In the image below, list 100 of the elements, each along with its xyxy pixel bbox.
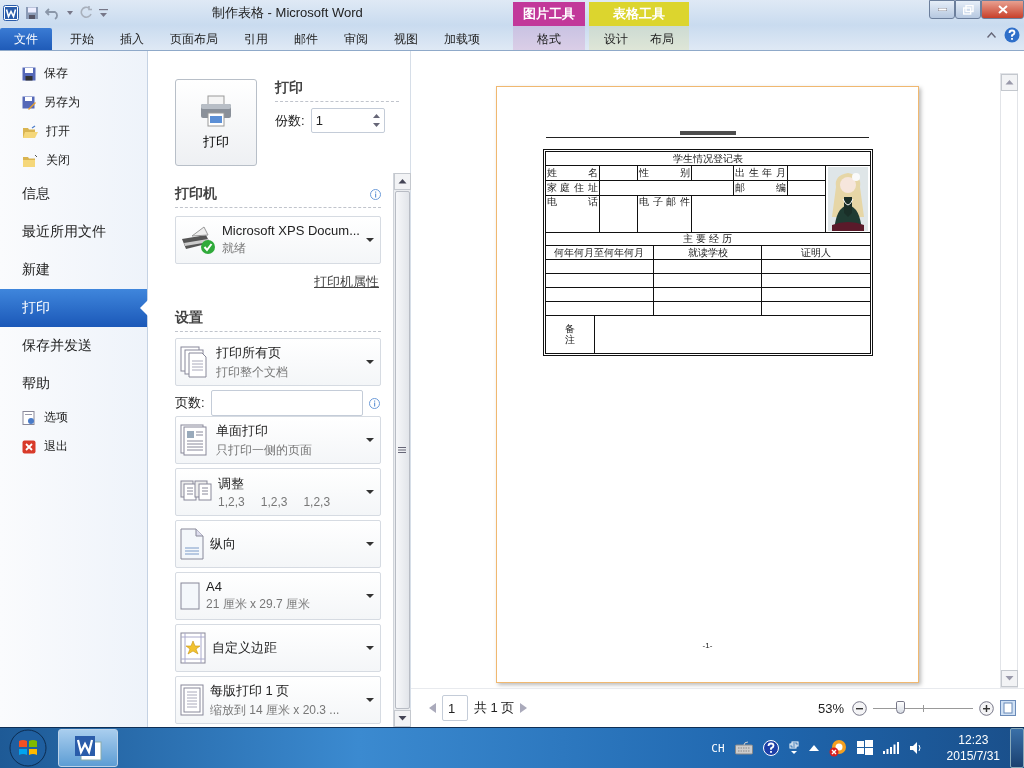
- word-logo-icon[interactable]: [3, 5, 19, 21]
- ribbon-tab[interactable]: 引用: [231, 28, 281, 50]
- minimize-button[interactable]: [929, 0, 955, 19]
- taskbar-button[interactable]: [58, 729, 118, 767]
- ribbon-tab[interactable]: 文件: [0, 28, 52, 50]
- setting-dropdown[interactable]: 单面打印 只打印一侧的页面: [175, 416, 381, 464]
- ribbon-tab[interactable]: 邮件: [281, 28, 331, 50]
- window-title: 制作表格 - Microsoft Word: [212, 4, 363, 22]
- dropdown-caret-icon: [366, 360, 374, 364]
- ribbon-tab[interactable]: 加载项: [431, 28, 493, 50]
- menu-item[interactable]: 帮助: [0, 365, 147, 403]
- floppy-pencil-icon: [22, 95, 36, 110]
- dropdown-caret-icon: [366, 542, 374, 546]
- app-error-icon[interactable]: [828, 739, 847, 757]
- ribbon-tab[interactable]: 布局: [639, 28, 685, 50]
- previous-page-icon[interactable]: [429, 703, 436, 713]
- star-page-icon: [180, 632, 206, 664]
- windows-flag-icon[interactable]: [856, 740, 873, 756]
- ribbon-tab[interactable]: 开始: [57, 28, 107, 50]
- pages-input-field[interactable]: [210, 390, 363, 416]
- dropdown-caret-icon: [366, 490, 374, 494]
- table-cell: 性 别: [637, 165, 692, 181]
- info-icon[interactable]: [370, 188, 381, 200]
- speaker-icon[interactable]: [908, 741, 923, 755]
- ribbon-tab[interactable]: 插入: [107, 28, 157, 50]
- menu-item[interactable]: 另存为: [0, 88, 147, 117]
- start-button-icon[interactable]: [8, 728, 48, 768]
- document-w-icon: [73, 734, 103, 762]
- language-indicator[interactable]: CH: [711, 741, 725, 755]
- section-heading: 设置: [175, 309, 203, 327]
- table-cell: 电 话: [545, 195, 600, 233]
- customize-toolbar-icon[interactable]: [99, 8, 108, 18]
- menu-item[interactable]: 信息: [0, 175, 147, 213]
- ribbon-tab[interactable]: 视图: [381, 28, 431, 50]
- menu-item[interactable]: 打开: [0, 117, 147, 146]
- show-hidden-icons-icon[interactable]: [808, 745, 819, 751]
- contextual-tab-header: 表格工具: [589, 2, 689, 26]
- menu-item[interactable]: 最近所用文件: [0, 213, 147, 251]
- restore-icon[interactable]: [788, 741, 799, 755]
- printer-check-icon: [180, 225, 216, 255]
- menu-item[interactable]: 退出: [0, 432, 147, 461]
- collapse-ribbon-icon[interactable]: [987, 32, 996, 38]
- zoom-slider-thumb[interactable]: [896, 700, 905, 714]
- next-page-icon[interactable]: [520, 703, 528, 713]
- page-number-field[interactable]: 1: [442, 695, 468, 721]
- menu-item[interactable]: 新建: [0, 251, 147, 289]
- restore-icon: [962, 4, 974, 15]
- up-arrow-icon[interactable]: [372, 114, 380, 118]
- table-cell: 学生情况登记表: [545, 152, 870, 166]
- menu-item[interactable]: 打印: [0, 289, 147, 327]
- setting-dropdown[interactable]: 打印所有页 打印整个文档: [175, 338, 381, 386]
- ribbon-tab[interactable]: 设计: [593, 28, 639, 50]
- scroll-down-icon[interactable]: [393, 710, 411, 727]
- setting-dropdown[interactable]: 纵向: [175, 520, 381, 568]
- copies-spinner[interactable]: 1: [310, 108, 385, 133]
- show-desktop-button[interactable]: [1010, 728, 1024, 768]
- dropdown-caret-icon[interactable]: [67, 11, 73, 15]
- page-number: -1-: [702, 641, 713, 650]
- section-heading: 打印: [275, 79, 304, 97]
- close-button[interactable]: [981, 0, 1024, 19]
- help-icon[interactable]: [762, 740, 779, 756]
- down-arrow-icon[interactable]: [372, 123, 380, 127]
- zoom-out-icon[interactable]: [852, 700, 867, 716]
- printer-properties-link[interactable]: 打印机属性: [314, 274, 379, 291]
- ribbon-tab[interactable]: 审阅: [331, 28, 381, 50]
- maximize-button[interactable]: [955, 0, 981, 19]
- menu-item[interactable]: 关闭: [0, 146, 147, 175]
- clock-date[interactable]: 2015/7/31: [946, 749, 1000, 763]
- grip-icon: [398, 447, 406, 453]
- zoom-level[interactable]: 53%: [817, 700, 844, 716]
- signal-icon[interactable]: [882, 742, 899, 754]
- printer-dropdown[interactable]: Microsoft XPS Docum... 就绪: [175, 216, 381, 264]
- setting-dropdown[interactable]: 每版打印 1 页 缩放到 14 厘米 x 20.3 ...: [175, 676, 381, 724]
- stacked-pages-icon: [180, 346, 210, 378]
- ribbon-tab[interactable]: 页面布局: [157, 28, 231, 50]
- table-cell: 家 庭 住 址: [545, 180, 600, 196]
- save-icon[interactable]: [25, 6, 39, 20]
- zoom-in-icon[interactable]: [979, 700, 994, 716]
- keyboard-icon[interactable]: [734, 741, 753, 755]
- help-icon[interactable]: [1004, 27, 1020, 43]
- print-button[interactable]: 打印: [175, 79, 257, 166]
- setting-dropdown[interactable]: 调整 1,2,3 1,2,3 1,2,3: [175, 468, 381, 516]
- printer-icon: [199, 94, 233, 127]
- setting-dropdown[interactable]: A4 21 厘米 x 29.7 厘米: [175, 572, 381, 620]
- open-folder-icon: [22, 124, 38, 139]
- table-cell: 姓 名: [545, 165, 600, 181]
- blurred-title-drawing: [679, 131, 736, 135]
- undo-icon[interactable]: [45, 6, 61, 20]
- menu-item[interactable]: 保存并发送: [0, 327, 147, 365]
- table-cell: 何年何月至何年何月: [545, 245, 654, 260]
- clock-time[interactable]: 12:23: [958, 733, 989, 747]
- menu-item[interactable]: 保存: [0, 59, 147, 88]
- menu-item[interactable]: 选项: [0, 403, 147, 432]
- fit-page-icon[interactable]: [1000, 700, 1016, 716]
- exit-icon: [22, 439, 36, 454]
- info-icon[interactable]: [368, 397, 380, 409]
- setting-dropdown[interactable]: 自定义边距: [175, 624, 381, 672]
- document-gear-icon: [22, 410, 36, 425]
- portrait-page-icon: [180, 528, 204, 560]
- scroll-up-icon[interactable]: [393, 173, 411, 190]
